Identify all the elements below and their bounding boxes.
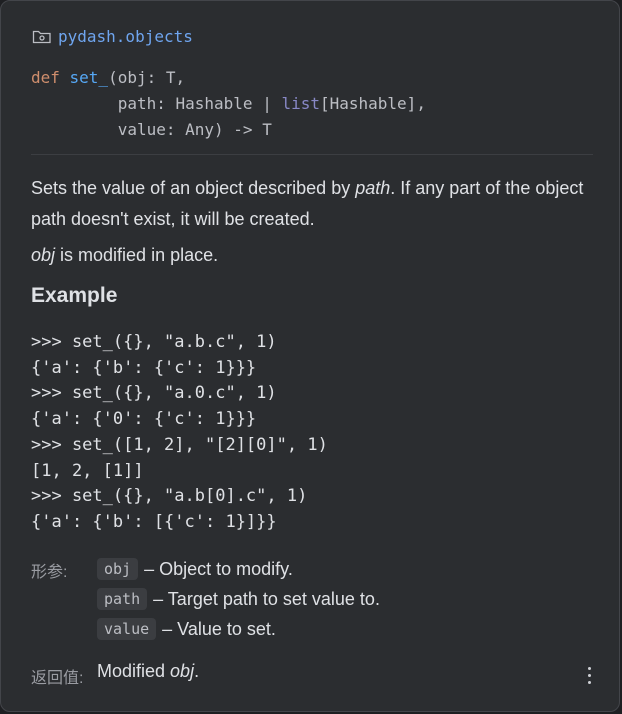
function-signature: def set_(obj: T, path: Hashable | list[H… xyxy=(31,65,426,143)
param-row: path – Target path to set value to. xyxy=(97,584,380,614)
returns-text: Modified xyxy=(97,661,171,681)
returns-value: Modified obj. xyxy=(97,661,199,682)
divider xyxy=(31,154,593,155)
documentation-popup: pydash.objects def set_(obj: T, path: Ha… xyxy=(0,0,620,712)
signature-token: list xyxy=(281,94,320,113)
signature-token: value: Any) -> T xyxy=(31,120,272,139)
more-vertical-icon[interactable] xyxy=(587,667,593,687)
module-name[interactable]: pydash.objects xyxy=(58,27,193,46)
returns-emphasis: obj xyxy=(170,661,195,681)
example-code: >>> set_({}, "a.b.c", 1) {'a': {'b': {'c'… xyxy=(31,330,328,536)
code-line: >>> set_({}, "a.b[0].c", 1) xyxy=(31,486,308,507)
signature-token: path: Hashable | xyxy=(31,94,282,113)
module-header[interactable]: pydash.objects xyxy=(32,27,193,46)
signature-token: (obj: T, xyxy=(108,68,186,87)
returns-period: . xyxy=(194,661,200,681)
code-line: {'a': {'0': {'c': 1}}} xyxy=(31,409,257,430)
code-line: [1, 2, [1]] xyxy=(31,460,144,481)
returns-label: 返回值: xyxy=(31,670,84,687)
example-heading: Example xyxy=(31,284,118,307)
signature-token: [Hashable], xyxy=(319,94,426,113)
param-description: – Object to modify. xyxy=(144,558,293,579)
param-description: – Target path to set value to. xyxy=(153,588,380,609)
signature-token: def xyxy=(31,68,70,87)
param-row: obj – Object to modify. xyxy=(97,554,380,584)
param-row: value – Value to set. xyxy=(97,614,380,644)
path-emphasis: path xyxy=(355,178,391,198)
params-label: 形参: xyxy=(31,564,68,581)
signature-line: path: Hashable | list[Hashable], xyxy=(31,91,426,117)
code-line: {'a': {'b': {'c': 1}}} xyxy=(31,357,257,378)
params-list: obj – Object to modify. path – Target path … xyxy=(97,554,380,644)
folder-icon xyxy=(32,30,51,43)
param-description: – Value to set. xyxy=(162,618,276,639)
modified-note-text: is modified in place. xyxy=(55,245,219,265)
description-text: Sets the value of an object described by xyxy=(31,178,356,198)
code-line: >>> set_({}, "a.b.c", 1) xyxy=(31,332,277,352)
code-line: >>> set_([1, 2], "[2][0]", 1) xyxy=(31,434,328,455)
param-name: path xyxy=(97,588,148,610)
code-line: {'a': {'b': [{'c': 1}]}} xyxy=(31,511,277,532)
signature-line: value: Any) -> T xyxy=(31,117,426,143)
modified-note: obj is modified in place. xyxy=(31,240,218,271)
code-line: >>> set_({}, "a.0.c", 1) xyxy=(31,383,277,404)
param-name: obj xyxy=(97,558,139,580)
signature-token: set_ xyxy=(69,68,109,87)
description-paragraph: Sets the value of an object described by… xyxy=(31,173,591,235)
signature-line: def set_(obj: T, xyxy=(31,65,426,91)
obj-emphasis: obj xyxy=(31,245,56,265)
param-name: value xyxy=(97,618,157,640)
